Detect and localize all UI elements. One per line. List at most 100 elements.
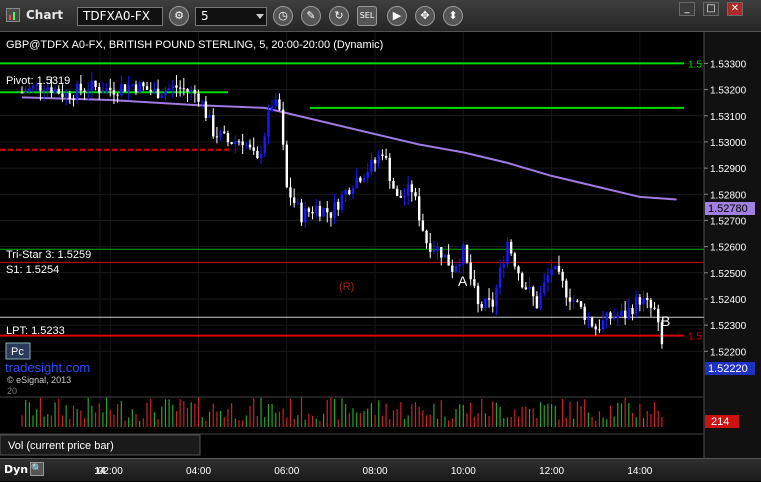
candle-body (642, 297, 645, 305)
candle-body (270, 106, 274, 112)
candle-body (153, 88, 156, 92)
candle-body (28, 88, 31, 92)
candle-body (377, 154, 380, 164)
s1-label: S1: 1.5254 (6, 264, 59, 276)
candle-body (498, 267, 502, 288)
candle-body (186, 88, 189, 92)
candle-body (429, 243, 432, 252)
candle-body (373, 159, 377, 164)
pc-badge-label: Pc (11, 346, 24, 358)
time-axis-bar: Dyn 🔍 14 02:00 04:00 06:00 08:00 10:00 12:00 14… (0, 458, 761, 481)
candle-body (631, 307, 634, 315)
candle-body (491, 299, 494, 307)
candle-body (120, 84, 123, 96)
link-icon[interactable]: ⬍ (443, 6, 463, 26)
candle-body (440, 247, 443, 258)
candle-body (587, 317, 590, 320)
candle-body (609, 312, 612, 319)
candle-body (237, 141, 241, 143)
candle-body (436, 247, 439, 251)
candle-body (127, 84, 130, 92)
candle-body (189, 89, 193, 92)
candle-body (495, 287, 498, 307)
price-tick-label: 1.53200 (710, 86, 747, 97)
candle-body (68, 93, 72, 100)
candle-body (627, 307, 631, 319)
candle-body (425, 230, 428, 244)
window-titlebar: Chart TDFXA0-FX ⚙ 5 ◷ ✎ ↻ SEL ▶ ✥ ⬍ _ □ … (0, 0, 761, 32)
candle-body (248, 144, 252, 148)
candle-body (149, 89, 152, 92)
volume-value: 214 (711, 416, 729, 428)
level-label-red-low: 1.5 (688, 332, 702, 343)
pc-badge[interactable]: Pc (5, 342, 31, 360)
volume-label: Vol (current price bar) (8, 440, 114, 452)
candle-body (524, 287, 528, 290)
candle-body (528, 287, 531, 290)
candle-body (351, 188, 355, 195)
candle-body (289, 187, 292, 198)
pencil-icon[interactable]: ✎ (301, 6, 321, 26)
candle-body (315, 205, 318, 214)
maximize-button[interactable]: □ (703, 2, 719, 16)
clock-icon[interactable]: ◷ (273, 6, 293, 26)
time-tick-label: 14:00 (627, 466, 652, 477)
candle-body (395, 188, 399, 196)
candle-body (267, 111, 270, 137)
candle-body (219, 131, 222, 138)
price-tick-label: 1.53100 (710, 112, 747, 123)
candle-body (303, 208, 307, 223)
candle-body (53, 88, 57, 94)
candle-body (410, 184, 414, 193)
candle-body (480, 304, 483, 308)
candle-body (392, 180, 395, 189)
candle-body (326, 208, 329, 213)
play-icon[interactable]: ▶ (387, 6, 407, 26)
candle-body (421, 220, 425, 231)
study-icon[interactable]: SEL (357, 6, 377, 26)
symbol-input[interactable]: TDFXA0-FX (77, 7, 163, 26)
candle-body (355, 177, 358, 189)
candle-body (87, 90, 90, 92)
candle-body (388, 157, 391, 181)
time-tick-label: 10:00 (451, 466, 476, 477)
candle-body (98, 86, 101, 93)
candle-body (226, 133, 230, 143)
minimize-button[interactable]: _ (679, 2, 695, 16)
candle-body (83, 90, 86, 92)
candle-body (201, 101, 204, 103)
refresh-icon[interactable]: ↻ (329, 6, 349, 26)
candle-body (20, 92, 24, 94)
price-chart[interactable]: 1.5 1.5 1.53300 1.53200 1.53100 1.53000 1.529… (0, 32, 761, 458)
candle-body (274, 99, 277, 107)
candle-body (311, 211, 314, 214)
candle-body (50, 87, 53, 94)
candle-body (307, 208, 311, 212)
candle-body (322, 208, 325, 217)
lpt-label: LPT: 1.5233 (6, 325, 65, 337)
candle-body (579, 301, 583, 307)
candle-body (657, 308, 660, 323)
candle-body (131, 84, 134, 86)
candle-body (366, 171, 369, 179)
candle-body (171, 85, 174, 89)
close-button[interactable]: ✕ (727, 2, 743, 16)
candle-body (454, 266, 458, 272)
candle-body (197, 93, 200, 102)
interval-dropdown-icon[interactable] (256, 14, 264, 19)
candle-body (616, 315, 619, 318)
candle-body (252, 147, 255, 151)
candle-body (156, 88, 160, 98)
candle-body (79, 83, 83, 91)
candle-body (245, 144, 248, 146)
candle-body (167, 88, 171, 91)
candle-body (532, 287, 535, 297)
ma-price-badge: 1.52780 (705, 202, 755, 215)
candle-body (333, 201, 336, 218)
cursor-icon[interactable]: ✥ (415, 6, 435, 26)
price-tick-label: 1.53300 (710, 59, 747, 70)
candle-body (550, 269, 553, 276)
candle-body (138, 82, 141, 93)
candle-body (502, 264, 505, 268)
symbol-gear-icon[interactable]: ⚙ (169, 6, 189, 26)
